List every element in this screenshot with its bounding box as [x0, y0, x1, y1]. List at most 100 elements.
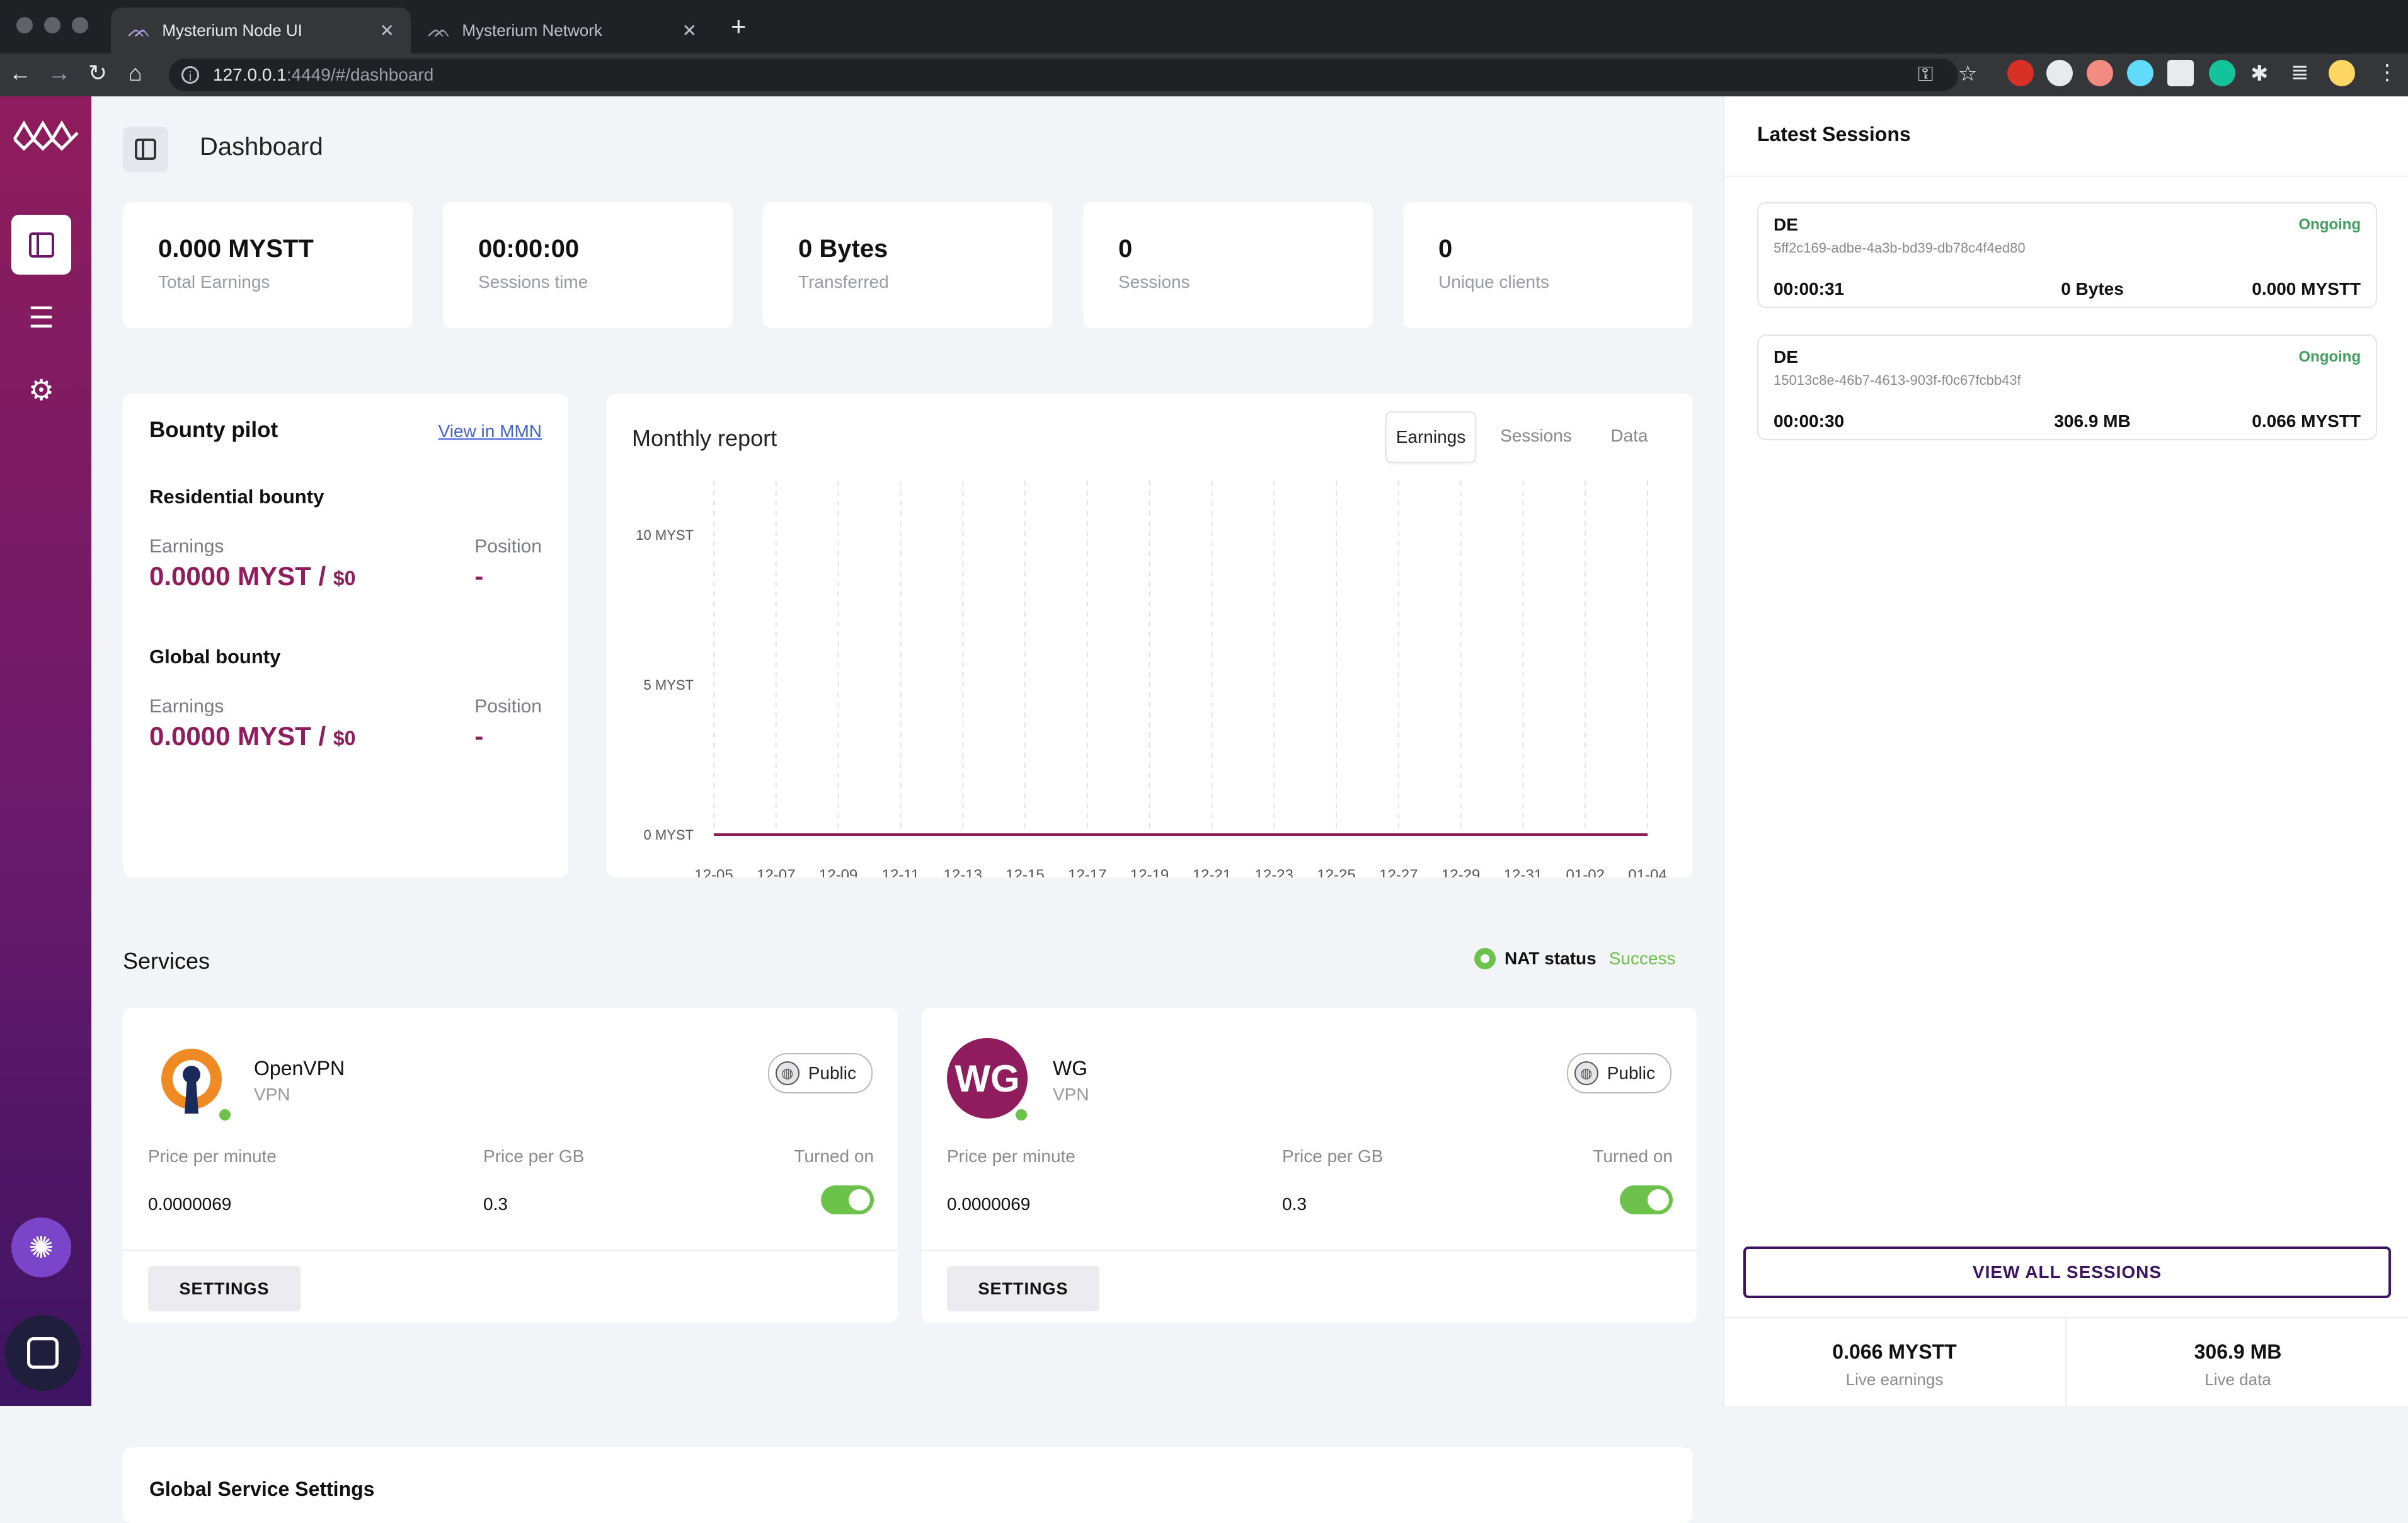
chart-x-tick-label: 12-07	[757, 867, 795, 877]
stat-sessions-time: 00:00:00 Sessions time	[443, 202, 733, 328]
extension-icon[interactable]	[2087, 60, 2113, 86]
mysterium-favicon-icon: ᨏ	[127, 20, 151, 41]
chart-x-tick-label: 12-13	[944, 867, 982, 877]
tab-title: Mysterium Network	[462, 21, 602, 40]
gear-icon: ⚙	[28, 373, 55, 406]
nat-status-label: NAT status	[1505, 949, 1597, 968]
session-country: DE	[1774, 347, 1798, 367]
earnings-label: Earnings	[149, 536, 224, 557]
divider	[922, 1250, 1697, 1251]
extension-icon[interactable]	[2007, 60, 2034, 86]
globe-icon: ◍	[775, 1061, 800, 1085]
bounty-pilot-card: Bounty pilot View in MMN Residential bou…	[123, 394, 568, 877]
tab-close-icon[interactable]: ✕	[380, 20, 394, 41]
visibility-public-button[interactable]: ◍ Public	[767, 1053, 873, 1093]
maximize-window-button[interactable]	[72, 17, 88, 33]
key-icon[interactable]: ⚿	[1918, 62, 1933, 86]
back-arrow-icon[interactable]: ←	[9, 60, 32, 86]
visibility-label: Public	[1607, 1063, 1655, 1083]
divider	[2065, 1318, 2067, 1406]
extensions-puzzle-icon[interactable]: ✱	[2250, 61, 2269, 86]
chat-support-button[interactable]	[5, 1315, 81, 1391]
profile-avatar[interactable]	[2329, 60, 2355, 86]
visibility-public-button[interactable]: ◍ Public	[1566, 1053, 1671, 1093]
session-card[interactable]: DE Ongoing 5ff2c169-adbe-4a3b-bd39-db78c…	[1757, 202, 2377, 308]
stat-sessions: 0 Sessions	[1083, 202, 1373, 328]
service-type: VPN	[254, 1085, 290, 1104]
react-devtools-icon[interactable]	[2127, 60, 2153, 86]
notion-icon[interactable]	[2167, 60, 2194, 86]
nav-settings-button[interactable]: ⚙	[11, 360, 71, 419]
stat-value: 0	[1438, 235, 1453, 263]
price-minute-label: Price per minute	[947, 1146, 1075, 1166]
chart-x-tick-label: 12-27	[1379, 867, 1418, 877]
address-bar[interactable]: i 127.0.0.1:4449/#/dashboard	[169, 59, 1958, 91]
nav-dashboard-button[interactable]	[11, 215, 71, 275]
residential-bounty-title: Residential bounty	[149, 486, 324, 508]
minimize-window-button[interactable]	[44, 17, 60, 33]
view-all-sessions-button[interactable]: VIEW ALL SESSIONS	[1743, 1246, 2391, 1298]
new-tab-plus-icon[interactable]: +	[731, 11, 747, 42]
chart-x-tick-label: 01-04	[1628, 867, 1666, 877]
session-status: Ongoing	[2298, 348, 2361, 365]
nav-sessions-button[interactable]: ☰	[11, 287, 71, 347]
service-toggle-switch[interactable]	[821, 1185, 874, 1214]
chart-x-tick-label: 12-21	[1193, 867, 1231, 877]
nat-status: NAT status Success	[1474, 948, 1676, 969]
session-card[interactable]: DE Ongoing 15013c8e-46b7-4613-903f-f0c67…	[1757, 334, 2377, 440]
chart-x-tick-label: 12-19	[1130, 867, 1169, 877]
report-bug-button[interactable]: ✺	[11, 1218, 71, 1277]
services-title: Services	[123, 948, 210, 974]
bookmark-star-icon[interactable]: ☆	[1958, 61, 1977, 86]
online-indicator	[1014, 1107, 1029, 1122]
site-info-icon[interactable]: i	[181, 66, 199, 84]
chart-x-tick-label: 12-25	[1317, 867, 1355, 877]
browser-tab-node-ui[interactable]: ᨏ Mysterium Node UI ✕	[111, 8, 411, 54]
forward-arrow-icon[interactable]: →	[48, 60, 71, 86]
global-service-settings-card: Global Service Settings	[123, 1447, 1693, 1523]
mysterium-logo[interactable]	[11, 114, 81, 152]
wireguard-logo: WG	[947, 1038, 1028, 1119]
price-minute-label: Price per minute	[148, 1146, 277, 1166]
live-data: 306.9 MB Live data	[2068, 1340, 2408, 1389]
dashboard-icon	[28, 232, 54, 258]
session-duration: 00:00:31	[1774, 279, 1845, 299]
session-status: Ongoing	[2298, 216, 2361, 233]
sidebar-toggle-button[interactable]	[123, 127, 168, 172]
earnings-label: Earnings	[149, 696, 224, 717]
live-earnings-label: Live earnings	[1845, 1370, 1944, 1389]
chart-y-tick-label: 0 MYST	[644, 827, 694, 843]
reload-icon[interactable]: ↻	[88, 60, 107, 86]
session-earnings: 0.066 MYSTT	[2252, 411, 2361, 431]
service-settings-button[interactable]: SETTINGS	[148, 1266, 301, 1311]
view-in-mmn-link[interactable]: View in MMN	[439, 421, 542, 442]
service-settings-button[interactable]: SETTINGS	[947, 1266, 1099, 1311]
browser-menu-icon[interactable]: ⋮	[2376, 60, 2398, 85]
bug-icon: ✺	[28, 1231, 54, 1265]
media-queue-icon[interactable]: ≣	[2291, 60, 2309, 85]
service-toggle-switch[interactable]	[1620, 1185, 1673, 1214]
session-id: 5ff2c169-adbe-4a3b-bd39-db78c4f4ed80	[1774, 240, 2026, 256]
stat-value: 00:00:00	[478, 235, 580, 263]
stat-value: 0.000 MYSTT	[158, 235, 314, 263]
home-icon[interactable]: ⌂	[129, 60, 142, 86]
divider	[123, 1250, 898, 1251]
service-card-openvpn: OpenVPN VPN ◍ Public Price per minute Pr…	[123, 1008, 898, 1323]
extension-icon[interactable]	[2046, 60, 2073, 86]
browser-tab-mysterium-network[interactable]: ᨏ Mysterium Network ✕	[411, 8, 713, 54]
close-window-button[interactable]	[16, 17, 33, 33]
stat-value: 0 Bytes	[798, 235, 888, 263]
tab-close-icon[interactable]: ✕	[682, 20, 697, 41]
stat-unique-clients: 0 Unique clients	[1403, 202, 1693, 328]
earnings-line-chart: 12-05 12-07 12-09 12-11 12-13 12-15 12-17 12-19…	[636, 481, 1667, 877]
grammarly-icon[interactable]	[2209, 60, 2235, 86]
sidebar-panel-icon	[135, 139, 156, 160]
position-label: Position	[474, 536, 542, 557]
url-text: 127.0.0.1:4449/#/dashboard	[213, 65, 434, 84]
chart-x-tick-label: 12-31	[1504, 867, 1542, 877]
price-minute-value: 0.0000069	[947, 1194, 1031, 1214]
session-duration: 00:00:30	[1774, 411, 1845, 431]
browser-toolbar: ← → ↻ ⌂ i 127.0.0.1:4449/#/dashboard ⚿ ☆…	[0, 54, 2408, 96]
page-title: Dashboard	[200, 133, 323, 161]
mysterium-favicon-icon: ᨏ	[427, 20, 451, 41]
